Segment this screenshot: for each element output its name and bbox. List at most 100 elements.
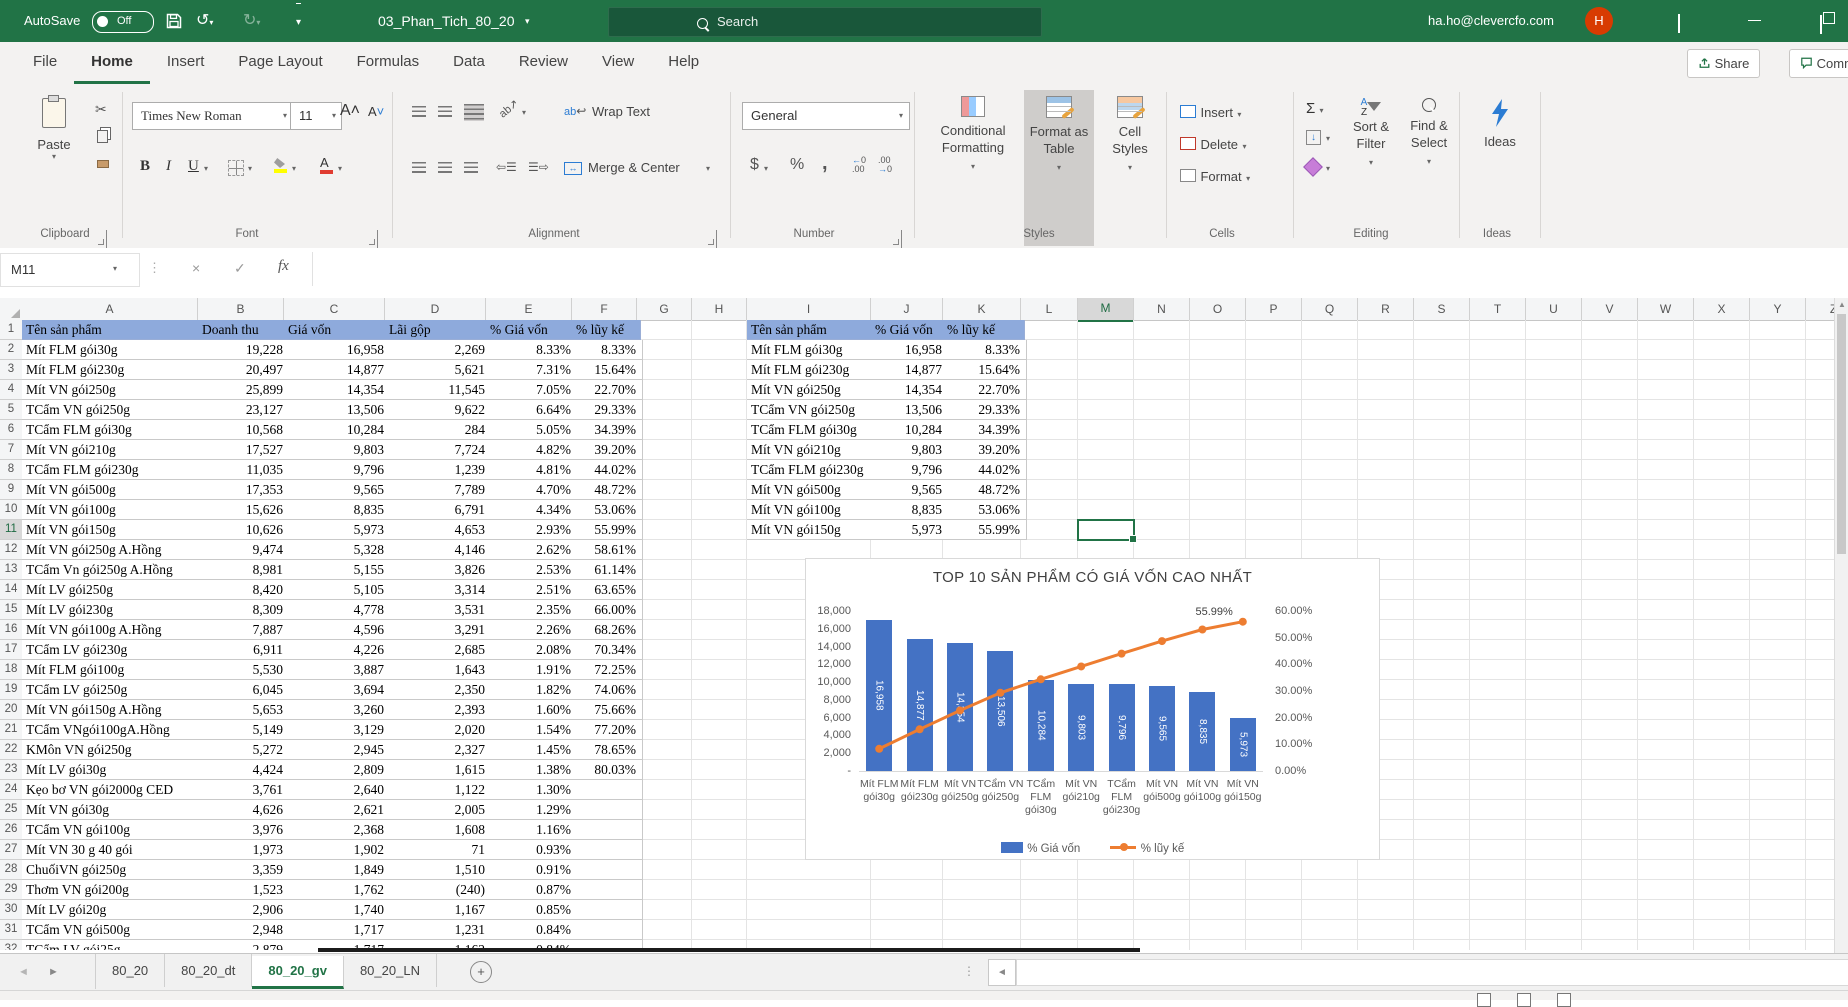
cell[interactable]: Kẹo bơ VN gói2000g CED (22, 780, 202, 800)
cell[interactable]: 5,653 (198, 700, 290, 720)
fill-dropdown-icon[interactable]: ▾ (1326, 134, 1330, 143)
column-header-J[interactable]: J (871, 298, 943, 321)
column-header-F[interactable]: F (572, 298, 637, 321)
cell[interactable]: 0.85% (486, 900, 578, 920)
conditional-formatting-button[interactable]: Conditional Formatting ▾ (926, 96, 1020, 174)
format-cells-button[interactable]: Format ▾ (1180, 168, 1250, 186)
cell[interactable]: 4.34% (486, 500, 578, 520)
cell-styles-button[interactable]: Cell Styles ▾ (1100, 96, 1160, 175)
sheet-nav-left-icon[interactable]: ◄ (18, 954, 29, 991)
cell[interactable]: 16,958 (284, 340, 391, 360)
cell[interactable]: TCẩm VN gói100g (22, 820, 202, 840)
cancel-formula-icon[interactable]: × (192, 260, 200, 276)
cell[interactable]: 3,976 (198, 820, 290, 840)
cell[interactable]: 6,911 (198, 640, 290, 660)
cell[interactable]: 2,879 (198, 940, 290, 950)
align-center-icon[interactable] (438, 162, 452, 173)
cell[interactable]: Mít VN gói250g (22, 380, 202, 400)
avatar[interactable]: H (1585, 7, 1613, 35)
scroll-up-icon[interactable]: ▲ (1835, 298, 1848, 312)
cell[interactable]: ChuốiVN gói250g (22, 860, 202, 880)
insert-cells-button[interactable]: Insert ▾ (1180, 104, 1241, 122)
cell[interactable]: 2,020 (385, 720, 492, 740)
cell[interactable]: 4.82% (486, 440, 578, 460)
sort-filter-button[interactable]: AZ Sort & Filter ▾ (1342, 98, 1400, 170)
cell[interactable]: 19,228 (198, 340, 290, 360)
cell[interactable]: 1,643 (385, 660, 492, 680)
cell[interactable]: 8,420 (198, 580, 290, 600)
hscroll-left-icon[interactable]: ◄ (988, 959, 1016, 986)
cell[interactable]: 1.54% (486, 720, 578, 740)
column-header-U[interactable]: U (1526, 298, 1582, 321)
sheet-tab-80_20_dt[interactable]: 80_20_dt (165, 954, 252, 987)
tab-strip-splitter[interactable]: ⋮ (963, 964, 975, 978)
cell[interactable]: 3,826 (385, 560, 492, 580)
side-table-header-cell[interactable]: Tên sản phẩm (747, 320, 875, 340)
cell[interactable]: Mít FLM gói230g (747, 360, 875, 380)
minimize-button[interactable] (1748, 20, 1761, 21)
cell[interactable]: 1,762 (284, 880, 391, 900)
row-header-7[interactable]: 7 (0, 440, 23, 460)
cell[interactable]: 48.72% (943, 480, 1027, 500)
chart[interactable]: TOP 10 SẢN PHẨM CÓ GIÁ VỐN CAO NHẤT18,00… (805, 558, 1380, 860)
align-middle-icon[interactable] (438, 106, 452, 117)
cell[interactable]: 4.81% (486, 460, 578, 480)
cell[interactable]: 4,146 (385, 540, 492, 560)
align-top-icon[interactable] (412, 106, 426, 117)
menu-tab-insert[interactable]: Insert (150, 42, 222, 81)
cell[interactable]: 4,626 (198, 800, 290, 820)
cell[interactable]: 1,167 (385, 900, 492, 920)
cell[interactable]: 14,877 (871, 360, 949, 380)
cell[interactable]: 6,045 (198, 680, 290, 700)
cell[interactable]: Mít VN gói500g (747, 480, 875, 500)
cell[interactable]: 0.87% (486, 880, 578, 900)
cell[interactable]: 1.82% (486, 680, 578, 700)
cell[interactable]: 2,393 (385, 700, 492, 720)
find-select-button[interactable]: Find & Select ▾ (1402, 98, 1456, 169)
cell[interactable]: 15,626 (198, 500, 290, 520)
page-break-view-icon[interactable] (1557, 993, 1571, 1007)
cell[interactable]: 10,626 (198, 520, 290, 540)
insert-function-icon[interactable]: fx (278, 258, 289, 275)
fill-color-icon[interactable] (274, 158, 287, 173)
cell[interactable]: TCẩm FLM gói30g (22, 420, 202, 440)
vertical-scrollbar-thumb[interactable] (1837, 314, 1846, 554)
cell[interactable]: 23,127 (198, 400, 290, 420)
cell[interactable] (572, 900, 643, 920)
cell[interactable]: 53.06% (943, 500, 1027, 520)
cell[interactable]: 80.03% (572, 760, 643, 780)
cell[interactable]: 9,796 (284, 460, 391, 480)
cell[interactable]: 2,621 (284, 800, 391, 820)
format-as-table-button[interactable]: Format as Table ▾ (1024, 90, 1094, 246)
increase-decimal-icon[interactable]: ←0.00 (852, 156, 866, 174)
enter-formula-icon[interactable]: ✓ (234, 260, 246, 277)
restore-button[interactable] (1820, 15, 1822, 34)
cell[interactable] (572, 780, 643, 800)
cell[interactable]: 8,835 (871, 500, 949, 520)
cell[interactable]: 1,973 (198, 840, 290, 860)
main-table-header-cell[interactable]: % lũy kế (572, 320, 641, 340)
menu-tab-page-layout[interactable]: Page Layout (221, 42, 339, 81)
main-table-header-cell[interactable]: Doanh thu (198, 320, 288, 340)
cell[interactable]: 48.72% (572, 480, 643, 500)
font-family-select[interactable]: Times New Roman ▾ (132, 102, 294, 130)
cell[interactable]: 1,231 (385, 920, 492, 940)
cell[interactable]: 0.91% (486, 860, 578, 880)
cell[interactable]: 22.70% (572, 380, 643, 400)
bold-button[interactable]: B (140, 158, 150, 175)
customize-qat-icon[interactable]: ▾ (296, 3, 301, 42)
cell[interactable]: 10,284 (284, 420, 391, 440)
delete-cells-button[interactable]: Delete ▾ (1180, 136, 1247, 154)
wrap-text-label[interactable]: Wrap Text (592, 104, 650, 119)
cell[interactable]: 9,474 (198, 540, 290, 560)
column-header-A[interactable]: A (22, 298, 198, 321)
decrease-decimal-icon[interactable]: .00→0 (878, 156, 892, 174)
sheet-nav-right-icon[interactable]: ► (48, 954, 59, 991)
cell[interactable]: 2,685 (385, 640, 492, 660)
cell[interactable]: 0.84% (486, 920, 578, 940)
clear-icon[interactable] (1303, 157, 1323, 177)
column-header-S[interactable]: S (1414, 298, 1470, 321)
row-header-20[interactable]: 20 (0, 700, 23, 720)
cell[interactable] (572, 800, 643, 820)
cell[interactable]: 61.14% (572, 560, 643, 580)
